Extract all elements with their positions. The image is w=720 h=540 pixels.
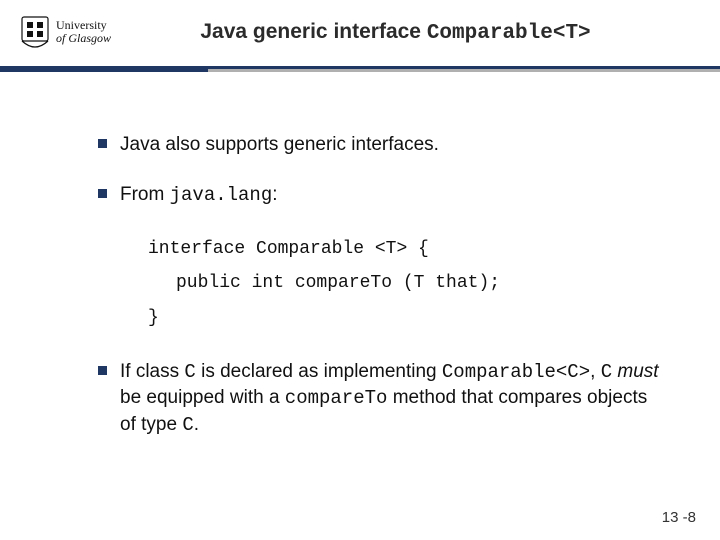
b3-mid1: is declared as implementing bbox=[196, 361, 442, 382]
bullet-3: If class C is declared as implementing C… bbox=[120, 359, 660, 439]
b3-mid2: , bbox=[590, 361, 601, 382]
b3-end: . bbox=[194, 414, 199, 435]
code-line-2: public int compareTo (T that); bbox=[148, 266, 660, 300]
b3-c1: C bbox=[184, 361, 195, 383]
slide-number: 13 -8 bbox=[662, 509, 696, 526]
title-code: Comparable<T> bbox=[427, 22, 591, 45]
slide-body: Java also supports generic interfaces. F… bbox=[0, 72, 720, 439]
logo-line2: of Glasgow bbox=[56, 32, 111, 45]
b3-c2: C bbox=[601, 361, 612, 383]
university-logo: University of Glasgow bbox=[20, 13, 111, 51]
b3-must: must bbox=[612, 361, 658, 382]
code-line-3: } bbox=[148, 301, 660, 335]
header-rule bbox=[0, 66, 720, 72]
slide-header: University of Glasgow Java generic inter… bbox=[0, 0, 720, 64]
b3-code2: Comparable<C> bbox=[442, 361, 590, 383]
bullet-2-code: java.lang bbox=[170, 184, 273, 206]
bullet-1-text: Java also supports generic interfaces. bbox=[120, 134, 439, 155]
crest-icon bbox=[20, 13, 50, 51]
logo-text: University of Glasgow bbox=[56, 19, 111, 45]
b3-c3: C bbox=[182, 414, 193, 436]
b3-code3: compareTo bbox=[285, 387, 388, 409]
code-block: interface Comparable <T> {public int com… bbox=[148, 232, 660, 335]
bullet-2-suffix: : bbox=[272, 184, 277, 205]
slide-title: Java generic interface Comparable<T> bbox=[111, 20, 720, 45]
title-prefix: Java generic interface bbox=[200, 20, 426, 43]
code-line-1: interface Comparable <T> { bbox=[148, 232, 660, 266]
b3-mid3: be equipped with a bbox=[120, 387, 285, 408]
b3-prefix: If class bbox=[120, 361, 184, 382]
bullet-2: From java.lang: bbox=[120, 182, 660, 209]
bullet-2-prefix: From bbox=[120, 184, 170, 205]
bullet-1: Java also supports generic interfaces. bbox=[120, 132, 660, 158]
